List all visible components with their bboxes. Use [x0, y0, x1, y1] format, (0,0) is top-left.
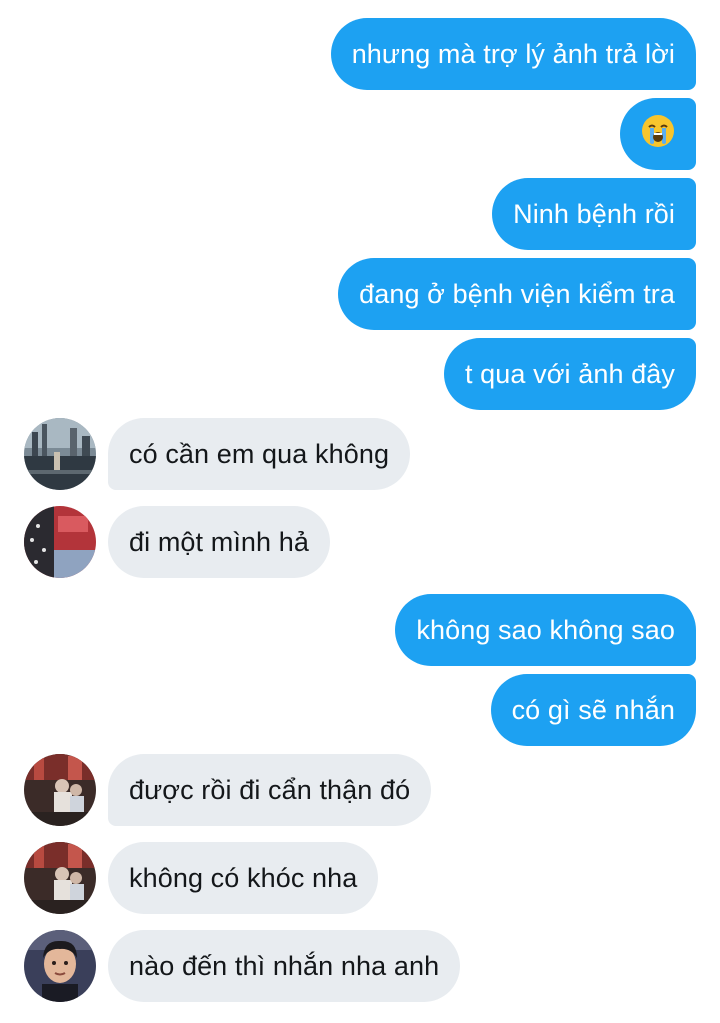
- message-text: nào đến thì nhắn nha anh: [129, 950, 440, 981]
- sender-avatar[interactable]: [24, 930, 96, 1002]
- message-text: nhưng mà trợ lý ảnh trả lời: [351, 38, 675, 69]
- message-bubble-outgoing[interactable]: [620, 98, 696, 170]
- message-text: không có khóc nha: [129, 862, 358, 893]
- message-bubble-outgoing[interactable]: có gì sẽ nhắn: [490, 674, 696, 746]
- message-text: có gì sẽ nhắn: [511, 694, 675, 725]
- message-bubble-incoming[interactable]: đi một mình hả: [108, 506, 330, 578]
- avatar-photo-person: [24, 506, 96, 578]
- message-text: Ninh bệnh rồi: [513, 198, 675, 229]
- sender-avatar[interactable]: [24, 842, 96, 914]
- avatar-photo-street: [24, 842, 96, 914]
- message-bubble-outgoing[interactable]: nhưng mà trợ lý ảnh trả lời: [330, 18, 696, 90]
- message-bubble-incoming[interactable]: có cần em qua không: [108, 418, 411, 490]
- sender-avatar[interactable]: [24, 506, 96, 578]
- message-text: đi một mình hả: [129, 526, 309, 557]
- avatar-photo-street: [24, 754, 96, 826]
- message-bubble-outgoing[interactable]: đang ở bệnh viện kiểm tra: [338, 258, 696, 330]
- message-text: không sao không sao: [416, 614, 675, 645]
- message-text: t qua với ảnh đây: [464, 358, 675, 389]
- message-bubble-incoming[interactable]: được rồi đi cẩn thận đó: [108, 754, 432, 826]
- loudly-crying-face-icon: [640, 113, 676, 156]
- message-bubble-outgoing[interactable]: t qua với ảnh đây: [443, 338, 696, 410]
- avatar-photo-selfie: [24, 930, 96, 1002]
- message-text: được rồi đi cẩn thận đó: [129, 774, 411, 805]
- conversation-thread: nhưng mà trợ lý ảnh trả lời Ninh bệnh rồ…: [0, 0, 720, 1023]
- sender-avatar[interactable]: [24, 754, 96, 826]
- message-text: có cần em qua không: [129, 438, 390, 469]
- message-bubble-outgoing[interactable]: không sao không sao: [395, 594, 696, 666]
- sender-avatar[interactable]: [24, 418, 96, 490]
- message-bubble-incoming[interactable]: không có khóc nha: [108, 842, 379, 914]
- message-bubble-incoming[interactable]: nào đến thì nhắn nha anh: [108, 930, 461, 1002]
- message-text: đang ở bệnh viện kiểm tra: [359, 278, 675, 309]
- message-bubble-outgoing[interactable]: Ninh bệnh rồi: [492, 178, 696, 250]
- avatar-photo-city: [24, 418, 96, 490]
